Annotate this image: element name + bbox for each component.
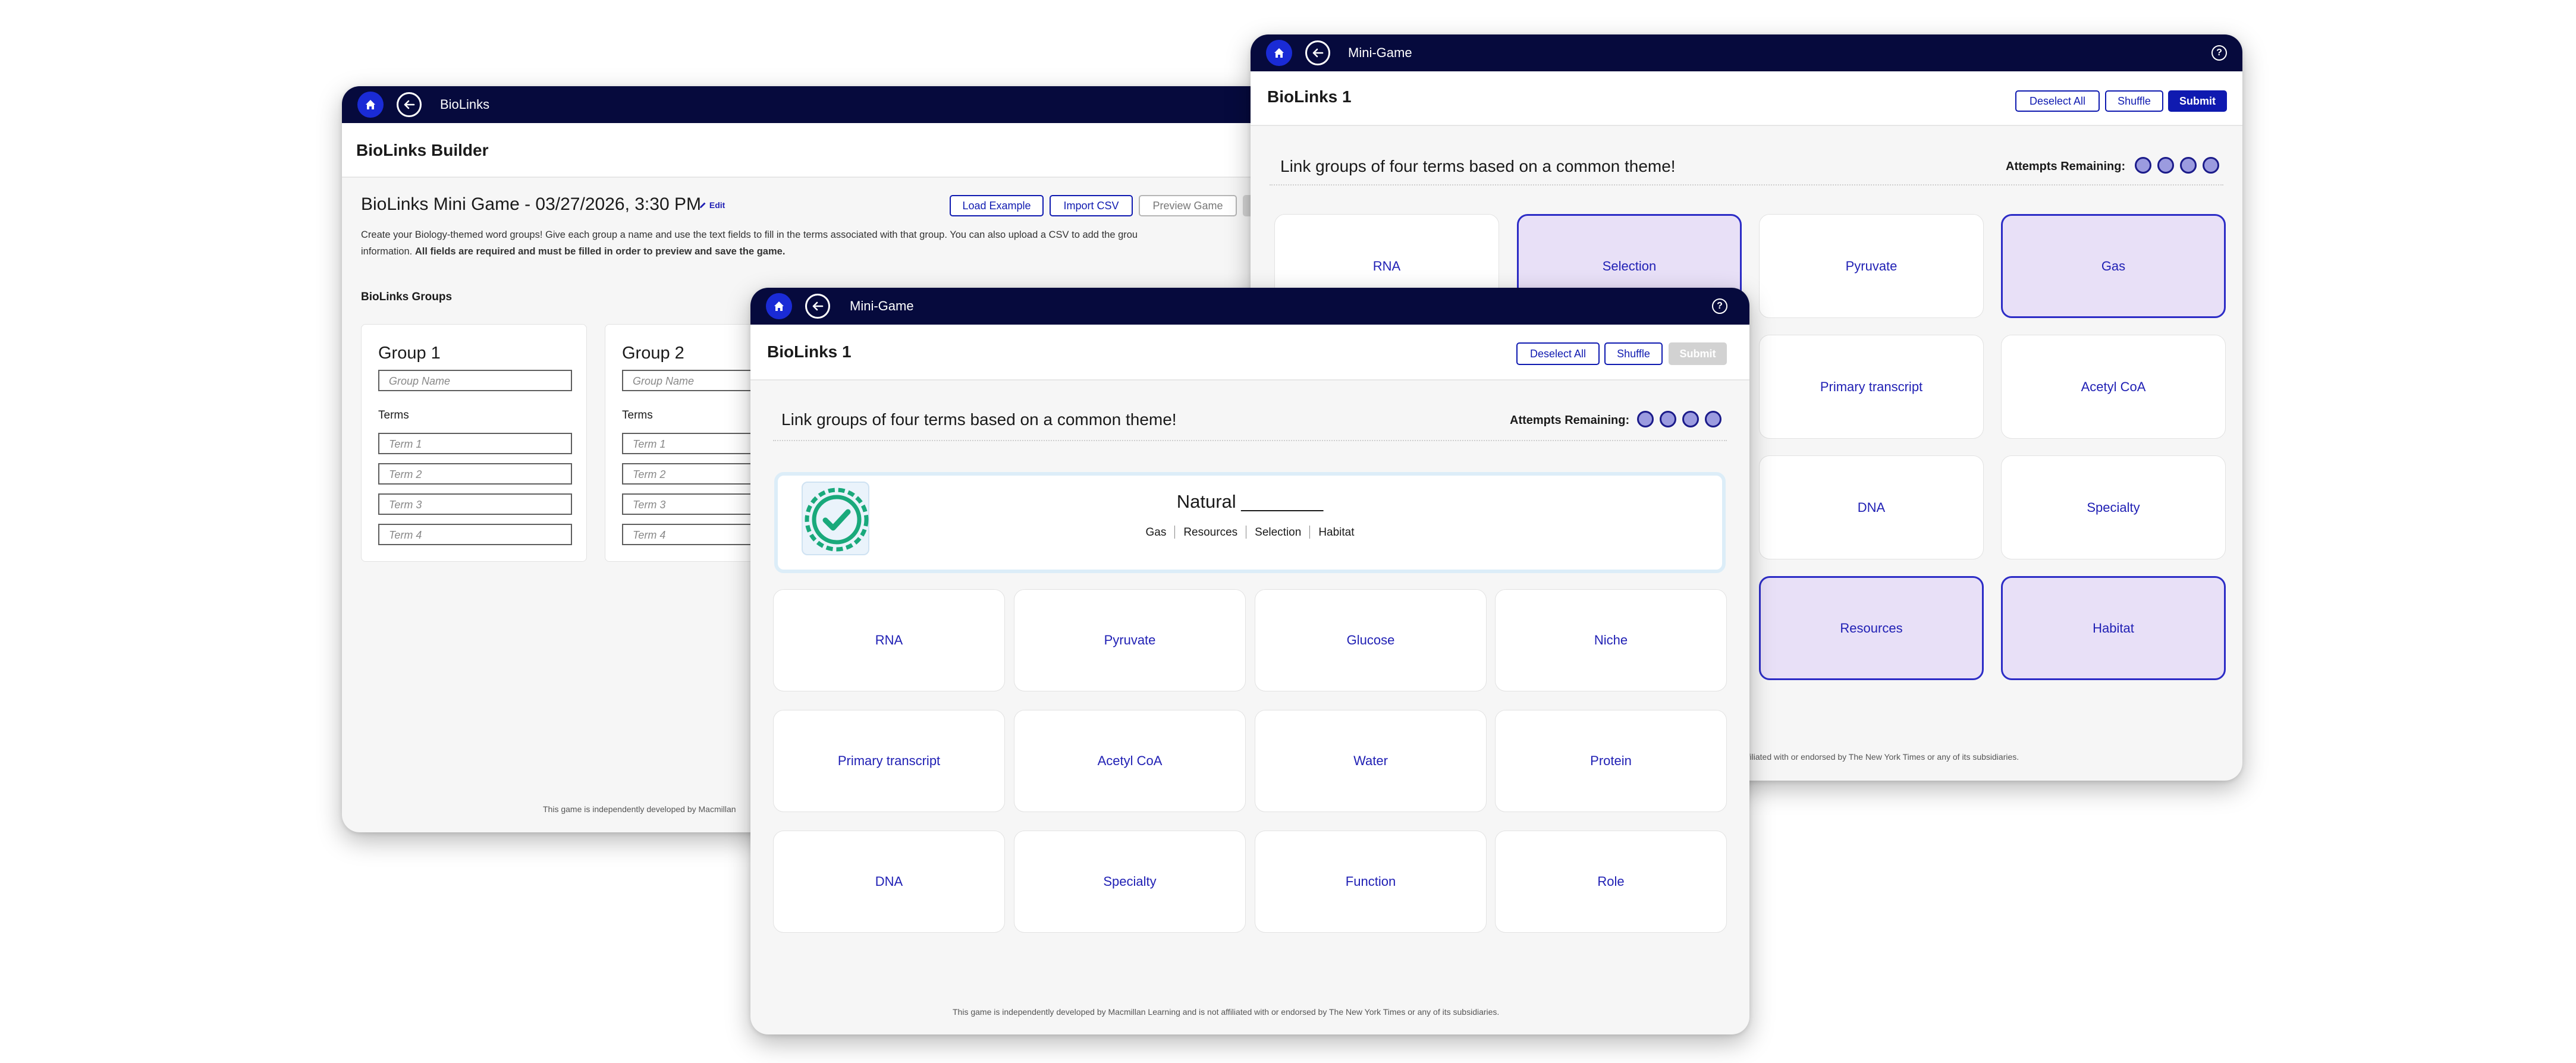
app-title: BioLinks <box>440 97 490 112</box>
word-tile[interactable]: Pyruvate <box>1014 589 1246 691</box>
edit-link[interactable]: Edit <box>699 200 725 210</box>
home-icon <box>366 100 375 109</box>
page-title: BioLinks Builder <box>356 141 489 159</box>
term-input[interactable]: Term 3 <box>378 493 572 515</box>
group-title: Group 2 <box>622 344 684 363</box>
term-input[interactable]: Term 4 <box>378 524 572 545</box>
word-tile[interactable]: Glucose <box>1255 589 1487 691</box>
word-tile[interactable]: Water <box>1255 710 1487 812</box>
word-tile[interactable]: DNA <box>773 831 1005 933</box>
groups-heading: BioLinks Groups <box>361 291 453 303</box>
word-tile[interactable]: Pyruvate <box>1759 214 1984 318</box>
game-title: BioLinks Mini Game - 03/27/2026, 3:30 PM <box>361 194 701 214</box>
footnote: This game is independently developed by … <box>543 804 736 814</box>
description-line-1: Create your Biology-themed word groups! … <box>361 229 1138 240</box>
import-csv-button[interactable]: Import CSV <box>1050 195 1133 216</box>
group-title: Group 1 <box>378 344 441 363</box>
terms-label: Terms <box>622 409 653 422</box>
tile-grid: RNA Pyruvate Glucose Niche Primary transcrip… <box>750 288 1749 1034</box>
group-name-input[interactable]: Group Name <box>378 370 572 391</box>
word-tile[interactable]: Primary transcript <box>773 710 1005 812</box>
word-tile[interactable]: Primary transcript <box>1759 335 1984 439</box>
game-window-front: Mini-Game ? BioLinks 1 Deselect All Shuf… <box>750 288 1749 1034</box>
word-tile[interactable]: Role <box>1495 831 1727 933</box>
word-tile[interactable]: Gas <box>2001 214 2226 318</box>
arrow-left-icon <box>404 100 415 109</box>
builder-description: Create your Biology-themed word groups! … <box>361 227 1289 260</box>
word-tile[interactable]: RNA <box>773 589 1005 691</box>
load-example-button[interactable]: Load Example <box>950 195 1044 216</box>
footnote: ffiliated with or endorsed by The New Yo… <box>1745 752 2019 762</box>
word-tile[interactable]: Acetyl CoA <box>2001 335 2226 439</box>
footnote: This game is independently developed by … <box>953 1007 1500 1017</box>
word-tile[interactable]: DNA <box>1759 455 1984 559</box>
word-tile[interactable]: Specialty <box>2001 455 2226 559</box>
word-tile[interactable]: Acetyl CoA <box>1014 710 1246 812</box>
back-button[interactable] <box>397 92 422 117</box>
term-input[interactable]: Term 1 <box>378 433 572 454</box>
pencil-icon <box>700 202 706 208</box>
description-required: All fields are required and must be fill… <box>414 246 786 257</box>
word-tile[interactable]: Specialty <box>1014 831 1246 933</box>
group-card: Group 1 Group Name Terms Term 1 Term 2 T… <box>361 324 587 562</box>
word-tile[interactable]: Function <box>1255 831 1487 933</box>
word-tile[interactable]: Habitat <box>2001 576 2226 680</box>
word-tile[interactable]: Protein <box>1495 710 1727 812</box>
terms-label: Terms <box>378 409 409 422</box>
edit-label: Edit <box>709 200 725 210</box>
home-button[interactable] <box>357 92 384 118</box>
word-tile[interactable]: Niche <box>1495 589 1727 691</box>
word-tile[interactable]: Resources <box>1759 576 1984 680</box>
term-input[interactable]: Term 2 <box>378 463 572 485</box>
preview-game-button[interactable]: Preview Game <box>1139 195 1237 216</box>
description-line-2: information. All fields are required and… <box>361 246 786 257</box>
